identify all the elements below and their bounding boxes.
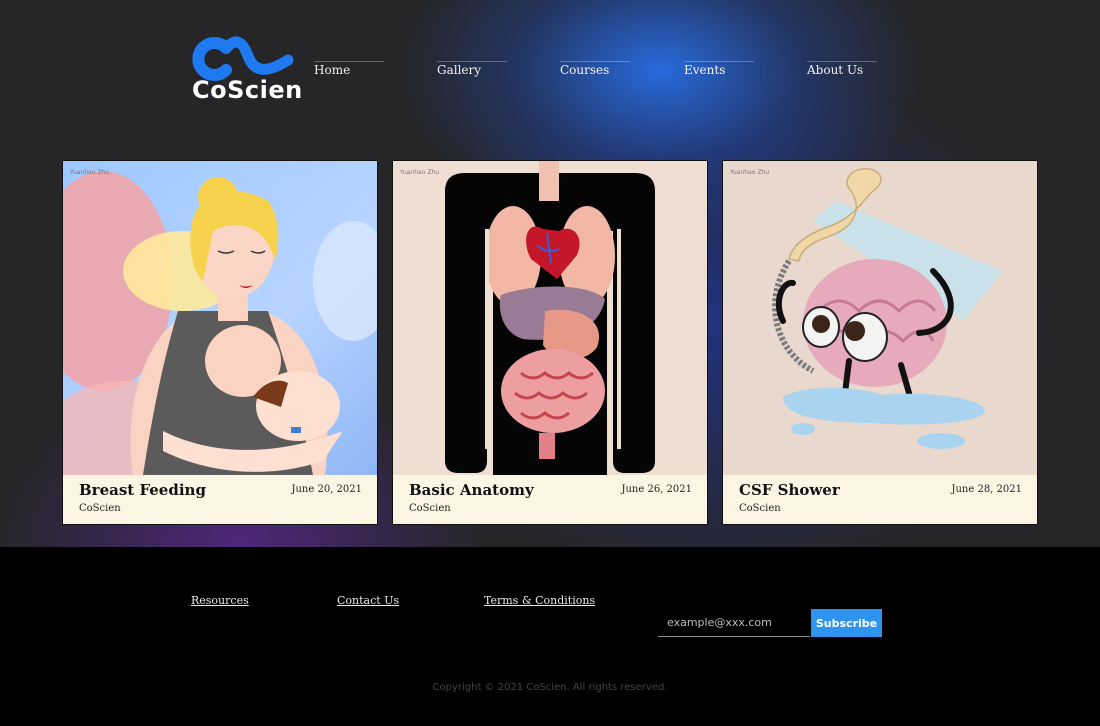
- gallery-card-breast-feeding[interactable]: Yuanhao Zhu Breast Feeding June 20, 2021…: [62, 160, 378, 525]
- nav-divider: [807, 61, 877, 62]
- copyright-text: Copyright © 2021 CoScien. All rights res…: [432, 682, 668, 693]
- footer-link-resources[interactable]: Resources: [191, 594, 249, 607]
- nav-events-label: Events: [684, 63, 726, 77]
- nav-divider: [314, 61, 384, 62]
- logo-mark-icon: [192, 36, 294, 81]
- hero-section: CoScien Home Gallery Courses Events Abou…: [0, 0, 1100, 547]
- subscribe-button[interactable]: Subscribe: [811, 609, 882, 637]
- card-date: June 20, 2021: [291, 484, 362, 495]
- card-title: Basic Anatomy: [409, 481, 534, 499]
- basic-anatomy-illustration: [393, 161, 707, 475]
- card-date: June 28, 2021: [951, 484, 1022, 495]
- nav-divider: [437, 61, 507, 62]
- artist-signature: Yuanhao Zhu: [400, 169, 440, 176]
- card-author: CoScien: [739, 503, 781, 514]
- nav-courses-label: Courses: [560, 63, 610, 77]
- nav-divider: [560, 61, 630, 62]
- artist-signature: Yuanhao Zhu: [730, 169, 770, 176]
- nav-divider: [684, 61, 754, 62]
- breast-feeding-illustration: [63, 161, 377, 475]
- card-title: CSF Shower: [739, 481, 840, 499]
- nav-home-label: Home: [314, 63, 351, 77]
- csf-shower-illustration: [723, 161, 1037, 475]
- nav-about-label: About Us: [807, 63, 864, 77]
- email-field[interactable]: [658, 609, 810, 637]
- card-author: CoScien: [409, 503, 451, 514]
- gallery-card-csf-shower[interactable]: Yuanhao Zhu CSF Shower June 28, 2021 CoS…: [722, 160, 1038, 525]
- logo-text: CoScien: [192, 76, 303, 104]
- footer-link-terms[interactable]: Terms & Conditions: [484, 594, 595, 607]
- artist-signature: Yuanhao Zhu: [70, 169, 110, 176]
- card-author: CoScien: [79, 503, 121, 514]
- card-title: Breast Feeding: [79, 481, 206, 499]
- logo[interactable]: CoScien: [190, 34, 302, 106]
- card-date: June 26, 2021: [621, 484, 692, 495]
- footer: Resources Contact Us Terms & Conditions …: [0, 547, 1100, 726]
- nav-gallery-label: Gallery: [437, 63, 482, 77]
- gallery-card-basic-anatomy[interactable]: Yuanhao Zhu Basic Anatomy June 26, 2021 …: [392, 160, 708, 525]
- footer-link-contact-us[interactable]: Contact Us: [337, 594, 399, 607]
